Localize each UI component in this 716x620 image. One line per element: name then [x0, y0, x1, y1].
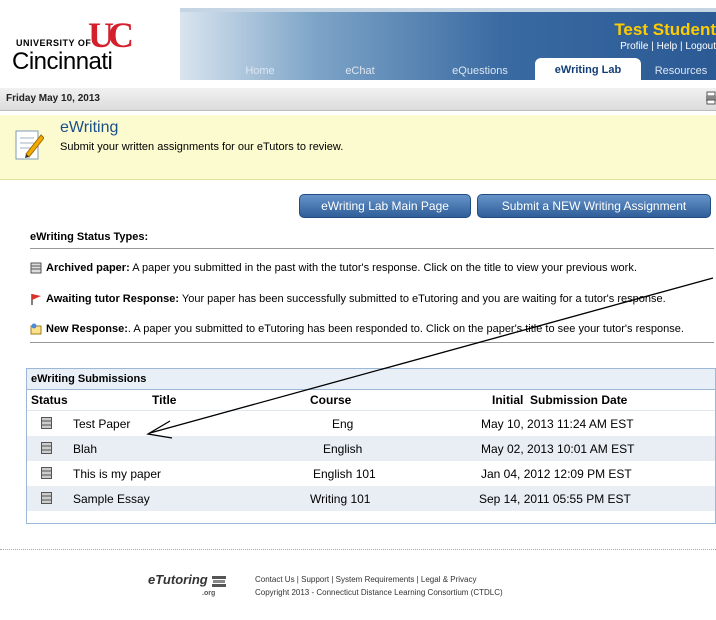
link-separator: |: [680, 41, 683, 52]
logout-link[interactable]: Logout: [685, 41, 716, 52]
submission-course: English: [323, 442, 363, 456]
submission-title-link[interactable]: Test Paper: [73, 417, 130, 431]
status-new-response-label: New Response:: [46, 323, 128, 335]
archive-icon: [41, 467, 52, 479]
submission-course: Eng: [332, 417, 354, 431]
submission-title-link[interactable]: Sample Essay: [73, 492, 150, 506]
column-title: Title: [152, 393, 177, 407]
column-status: Status: [31, 393, 68, 407]
table-row: Test Paper Eng May 10, 2013 11:24 AM EST: [27, 411, 715, 436]
flag-icon: [31, 294, 41, 306]
footer-divider: [0, 549, 716, 550]
status-awaiting-label: Awaiting tutor Response:: [46, 293, 180, 305]
column-submission-date: Initial Submission Date: [492, 393, 628, 407]
footer-links: Contact Us | Support | System Requiremen…: [255, 575, 477, 584]
status-new-response-text: . A paper you submitted to eTutoring has…: [127, 323, 684, 335]
site-header: UC UNIVERSITY OF Cincinnati Test Student…: [0, 0, 716, 80]
submission-course: Writing 101: [310, 492, 371, 506]
status-archived-label: Archived paper:: [46, 262, 130, 274]
logo-line2: Cincinnati: [12, 48, 113, 75]
page-subtitle: Submit your written assignments for our …: [60, 141, 344, 153]
tab-echat[interactable]: eChat: [320, 60, 400, 80]
status-awaiting: Awaiting tutor Response: Your paper has …: [30, 293, 666, 306]
help-link[interactable]: Help: [657, 41, 678, 52]
main-nav: Home eChat eQuestions eWriting Lab Resou…: [180, 58, 716, 80]
footer-copyright: Copyright 2013 - Connecticut Distance Le…: [255, 588, 503, 597]
archive-icon: [41, 442, 52, 454]
support-link[interactable]: Support: [301, 575, 329, 584]
submit-new-writing-assignment-button[interactable]: Submit a NEW Writing Assignment: [477, 194, 711, 218]
column-course: Course: [310, 393, 352, 407]
profile-link[interactable]: Profile: [620, 41, 648, 52]
table-row: This is my paper English 101 Jan 04, 201…: [27, 461, 715, 486]
divider: [30, 248, 714, 249]
etutoring-logo[interactable]: eTutoring .org: [148, 572, 227, 597]
submissions-title: eWriting Submissions: [27, 369, 715, 390]
archive-icon: [41, 417, 52, 429]
system-requirements-link[interactable]: System Requirements: [336, 575, 415, 584]
books-icon: [212, 575, 227, 587]
user-links: Profile | Help | Logout: [620, 41, 716, 52]
status-archived-text: A paper you submitted in the past with t…: [129, 262, 637, 274]
date-bar: Friday May 10, 2013: [0, 88, 716, 111]
status-new-response: New Response:. A paper you submitted to …: [30, 323, 684, 335]
logo-line1: UNIVERSITY OF: [16, 38, 92, 48]
print-icon[interactable]: [706, 91, 716, 105]
etutoring-brand: eTutoring: [148, 572, 208, 587]
divider: [30, 342, 714, 343]
status-awaiting-text: Your paper has been successfully submitt…: [179, 293, 666, 305]
status-types-title: eWriting Status Types:: [30, 231, 149, 243]
contact-us-link[interactable]: Contact Us: [255, 575, 295, 584]
banner-stripe: [180, 8, 716, 12]
ewriting-lab-main-page-button[interactable]: eWriting Lab Main Page: [299, 194, 471, 218]
table-header: Status Title Course Initial Submission D…: [27, 390, 715, 411]
table-row: Sample Essay Writing 101 Sep 14, 2011 05…: [27, 486, 715, 511]
submission-date: May 02, 2013 10:01 AM EST: [481, 442, 635, 456]
tab-equestions[interactable]: eQuestions: [435, 60, 525, 80]
user-name: Test Student: [614, 20, 716, 39]
current-date: Friday May 10, 2013: [6, 93, 100, 104]
submission-date: Sep 14, 2011 05:55 PM EST: [479, 492, 631, 506]
etutoring-suffix: .org: [202, 590, 216, 597]
tab-home[interactable]: Home: [220, 60, 300, 80]
archive-icon: [30, 262, 42, 274]
submission-title-link[interactable]: Blah: [73, 442, 97, 456]
page-title: eWriting: [60, 119, 119, 136]
submission-title-link[interactable]: This is my paper: [73, 467, 161, 481]
legal-privacy-link[interactable]: Legal & Privacy: [421, 575, 477, 584]
status-archived: Archived paper: A paper you submitted in…: [30, 262, 637, 274]
ewriting-icon: [15, 130, 44, 160]
submission-date: Jan 04, 2012 12:09 PM EST: [481, 467, 632, 481]
link-separator: |: [651, 41, 654, 52]
table-row: Blah English May 02, 2013 10:01 AM EST: [27, 436, 715, 461]
tab-ewriting-lab[interactable]: eWriting Lab: [535, 58, 641, 80]
submission-course: English 101: [313, 467, 376, 481]
archive-icon: [41, 492, 52, 504]
university-logo[interactable]: UC UNIVERSITY OF Cincinnati: [8, 8, 168, 75]
new-response-icon: [30, 323, 42, 335]
page-header: eWriting Submit your written assignments…: [0, 115, 716, 180]
submissions-panel: eWriting Submissions Status Title Course…: [26, 368, 716, 524]
tab-resources[interactable]: Resources: [646, 60, 716, 80]
submission-date: May 10, 2013 11:24 AM EST: [481, 417, 634, 431]
